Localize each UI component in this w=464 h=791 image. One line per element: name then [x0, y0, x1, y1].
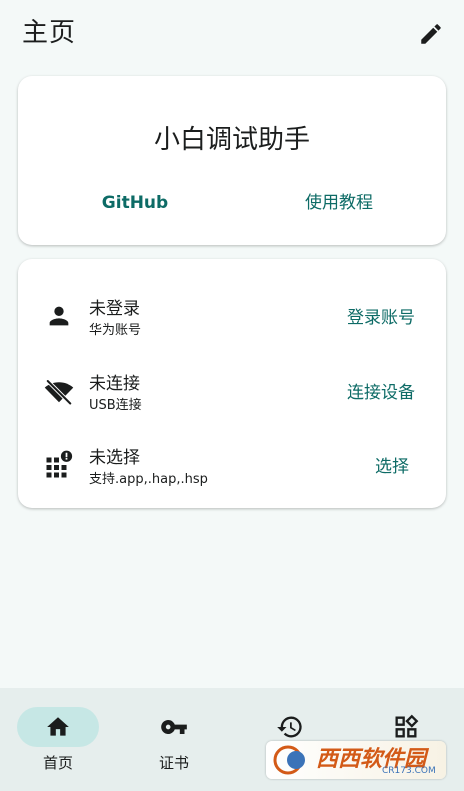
nav-label-certificate: 证书 [158, 754, 189, 772]
login-status-row: 未登录 华为账号 登录账号 [18, 285, 446, 345]
login-account-button[interactable]: 登录账号 [340, 305, 422, 331]
watermark-domain: CR173.COM [382, 766, 436, 776]
connect-device-button[interactable]: 连接设备 [340, 380, 422, 406]
nav-item-home[interactable]: 首页 [0, 688, 116, 791]
person-icon [44, 301, 74, 331]
login-status-title: 未登录 [89, 299, 140, 319]
site-watermark: 西西软件园 CR173.COM [266, 741, 446, 779]
key-icon [161, 720, 187, 734]
status-card: 未登录 华为账号 登录账号 未连接 USB连接 连接设备 未选择 支持.app,… [18, 259, 446, 508]
connection-status-title: 未连接 [89, 374, 140, 394]
history-icon [277, 716, 302, 738]
nav-item-certificate[interactable]: 证书 [116, 688, 232, 791]
login-status-subtitle: 华为账号 [89, 323, 142, 338]
github-link[interactable]: GitHub [80, 188, 190, 218]
edit-pencil-icon [421, 24, 441, 44]
edit-button[interactable] [410, 14, 452, 54]
app-bar: 主页 [0, 0, 464, 68]
page-title: 主页 [22, 18, 77, 48]
connection-status-row: 未连接 USB连接 连接设备 [18, 360, 446, 420]
home-icon [47, 717, 69, 736]
package-status-row: 未选择 支持.app,.hap,.hsp 选择 [18, 434, 446, 494]
select-package-button[interactable]: 选择 [366, 454, 418, 480]
wifi-off-icon [44, 376, 74, 406]
package-status-subtitle: 支持.app,.hap,.hsp [89, 472, 208, 487]
app-name: 小白调试助手 [153, 125, 310, 155]
nav-label-home: 首页 [42, 754, 73, 772]
active-indicator [17, 707, 99, 747]
apps-alert-icon [44, 450, 74, 480]
watermark-logo-icon [273, 745, 305, 775]
connection-status-subtitle: USB连接 [89, 398, 142, 413]
tutorial-link[interactable]: 使用教程 [288, 188, 390, 218]
widgets-icon [395, 714, 419, 738]
package-status-title: 未选择 [89, 448, 140, 468]
app-info-card: 小白调试助手 GitHub 使用教程 [18, 76, 446, 245]
